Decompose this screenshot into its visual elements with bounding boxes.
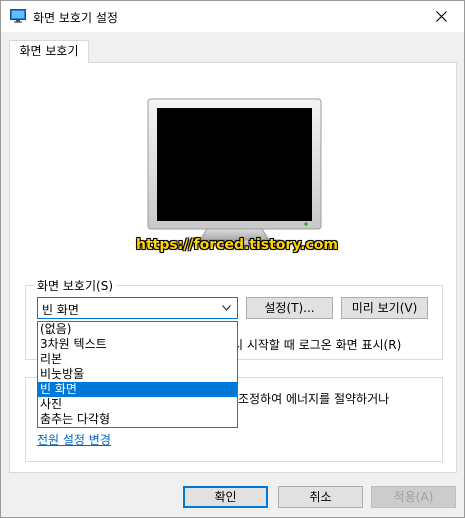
resume-logon-text: 시 시작할 때 로그온 화면 표시(R) bbox=[232, 338, 402, 352]
settings-button[interactable]: 설정(T)... bbox=[246, 297, 333, 319]
chevron-down-icon bbox=[222, 305, 231, 311]
dropdown-option-blank[interactable]: 빈 화면 bbox=[38, 382, 237, 397]
power-description-text: 조정하여 에너지를 절약하거나 bbox=[238, 392, 390, 406]
monitor-preview bbox=[147, 98, 322, 247]
close-icon bbox=[435, 10, 447, 22]
ok-button[interactable]: 확인 bbox=[183, 486, 268, 508]
cancel-button[interactable]: 취소 bbox=[278, 486, 363, 508]
dropdown-option-photos[interactable]: 사진 bbox=[38, 397, 237, 412]
dropdown-option-ribbons[interactable]: 리본 bbox=[38, 352, 237, 367]
power-settings-link[interactable]: 전원 설정 변경 bbox=[37, 431, 111, 448]
screensaver-dropdown-list[interactable]: (없음) 3차원 텍스트 리본 비눗방울 빈 화면 사진 춤추는 다각형 bbox=[37, 321, 238, 428]
dropdown-option-none[interactable]: (없음) bbox=[38, 322, 237, 337]
watermark-text: https://forced.tistory.com bbox=[136, 237, 338, 253]
display-settings-icon bbox=[10, 9, 26, 23]
close-button[interactable] bbox=[418, 1, 464, 31]
screensaver-select[interactable]: 빈 화면 bbox=[37, 297, 238, 319]
dropdown-option-3d-text[interactable]: 3차원 텍스트 bbox=[38, 337, 237, 352]
preview-button[interactable]: 미리 보기(V) bbox=[341, 297, 428, 319]
screensaver-settings-dialog: 화면 보호기 설정 화면 보호기 https://forced.tistory.… bbox=[0, 0, 465, 518]
apply-button[interactable]: 적용(A) bbox=[371, 486, 456, 508]
screensaver-select-value: 빈 화면 bbox=[42, 303, 79, 317]
screensaver-group-label: 화면 보호기(S) bbox=[34, 277, 116, 294]
screensaver-tab-panel: https://forced.tistory.com 화면 보호기(S) 빈 화… bbox=[9, 62, 457, 473]
tab-screensaver[interactable]: 화면 보호기 bbox=[9, 40, 89, 63]
title-bar[interactable]: 화면 보호기 설정 bbox=[1, 1, 464, 32]
window-title: 화면 보호기 설정 bbox=[33, 11, 118, 25]
dropdown-option-mystify[interactable]: 춤추는 다각형 bbox=[38, 412, 237, 427]
dropdown-option-bubbles[interactable]: 비눗방울 bbox=[38, 367, 237, 382]
